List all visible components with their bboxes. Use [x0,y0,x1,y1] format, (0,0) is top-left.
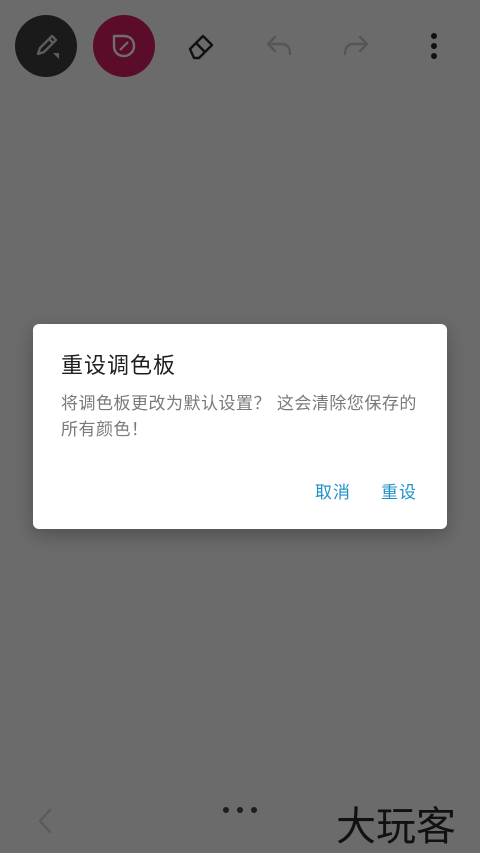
reset-button[interactable]: 重设 [381,478,417,503]
more-options-button[interactable] [410,22,458,70]
redo-button[interactable] [332,22,380,70]
droplet-icon [112,34,136,58]
watermark-logo: 大玩客 [334,798,476,850]
eraser-tool-button[interactable] [177,22,225,70]
eraser-icon [188,34,214,60]
dialog-actions: 取消 重设 [315,478,417,503]
more-vertical-icon [431,33,437,59]
more-horizontal-button[interactable] [218,800,262,820]
toolbar [0,0,480,95]
more-horizontal-icon [223,807,257,813]
watermark-text: 大玩客 [336,804,456,850]
reset-palette-dialog: 重设调色板 将调色板更改为默认设置？ 这会清除您保存的所有颜色！ 取消 重设 [33,324,447,529]
pen-icon [36,34,59,59]
back-button[interactable] [30,802,64,840]
color-picker-button[interactable] [93,15,155,77]
dialog-message: 将调色板更改为默认设置？ 这会清除您保存的所有颜色！ [61,394,417,440]
undo-icon [266,35,292,56]
redo-icon [343,35,369,56]
chevron-left-icon [38,808,52,834]
dialog-title: 重设调色板 [61,354,177,379]
pen-tool-button[interactable] [15,15,77,77]
cancel-button[interactable]: 取消 [315,478,351,503]
undo-button[interactable] [255,22,303,70]
